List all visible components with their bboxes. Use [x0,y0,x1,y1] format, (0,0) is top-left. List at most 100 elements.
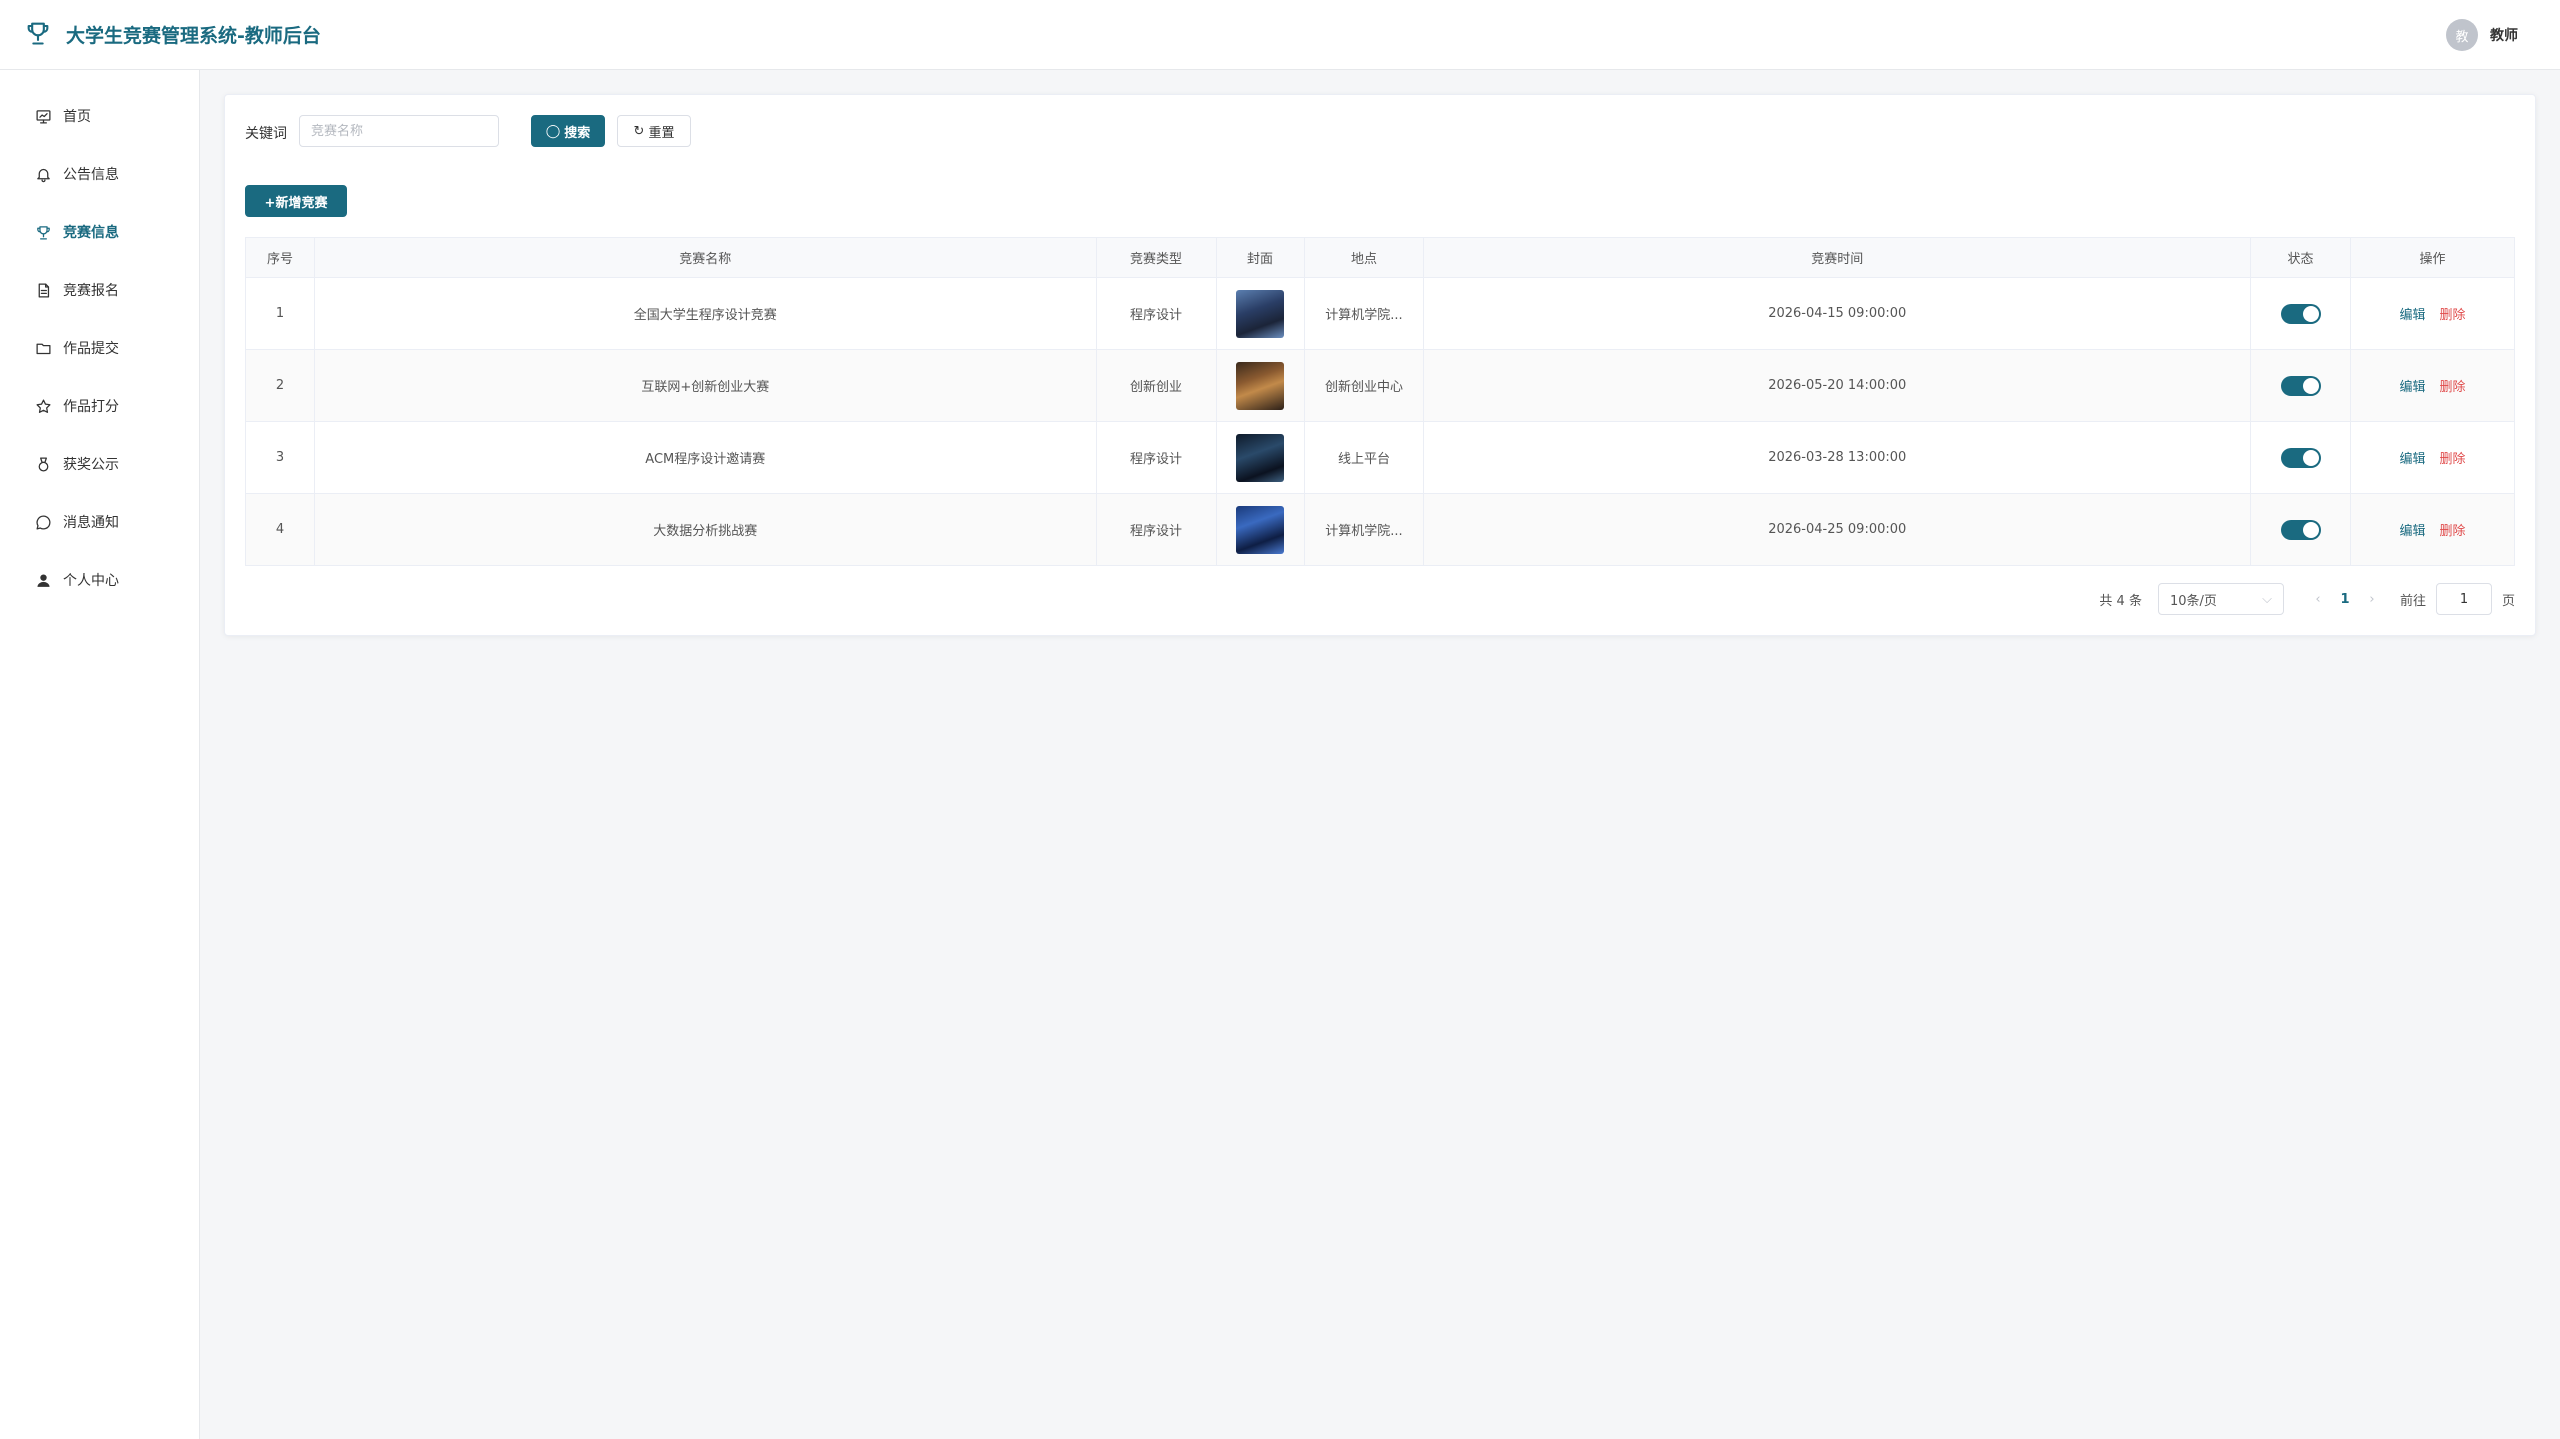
sidebar-item-label: 消息通知 [63,515,119,531]
home-icon [35,108,52,125]
sidebar-item-awards[interactable]: 获奖公示 [0,435,199,493]
competition-time: 2026-04-15 09:00:00 [1423,277,2252,350]
search-icon: ◯ [545,123,561,139]
goto-label: 前往 [2399,593,2426,609]
sidebar-item-label: 竞赛报名 [63,283,119,299]
sidebar-item-label: 个人中心 [63,573,119,589]
sidebar-item-announcements[interactable]: 公告信息 [0,145,199,203]
competition-name: 全国大学生程序设计竞赛 [313,277,1097,350]
status-toggle[interactable] [2280,303,2321,324]
column-header: 操作 [2350,237,2515,278]
column-header: 序号 [245,237,315,278]
sidebar-item-competitions[interactable]: 竞赛信息 [0,203,199,261]
page-size-select[interactable]: 10条/页 ⌵ [2157,583,2284,615]
column-header: 封面 [1215,237,1305,278]
competition-location: 创新创业中心 [1303,349,1425,422]
competition-card: 关键词 ◯ 搜索 ↻ 重置 +新增竞赛 序号 竞赛名称 竞赛类型 封面 地点 竞… [224,94,2536,636]
delete-link[interactable]: 删除 [2440,524,2466,539]
cover-image[interactable] [1236,361,1285,410]
competition-name: 互联网+创新创业大赛 [313,349,1097,422]
competition-location: 线上平台 [1303,421,1425,494]
keyword-label: 关键词 [245,126,287,142]
delete-link[interactable]: 删除 [2440,380,2466,395]
user-menu[interactable]: 教 教师 [2446,19,2518,51]
table-header-row: 序号 竞赛名称 竞赛类型 封面 地点 竞赛时间 状态 操作 [245,237,2515,278]
cover-image[interactable] [1236,289,1285,338]
edit-link[interactable]: 编辑 [2400,524,2426,539]
brand: 大学生竞赛管理系统-教师后台 [24,19,321,51]
sidebar-item-label: 公告信息 [63,167,119,183]
sidebar-item-registration[interactable]: 竞赛报名 [0,261,199,319]
table-row: 1 全国大学生程序设计竞赛 程序设计 计算机学院... 2026-04-15 0… [245,277,2515,350]
sidebar-item-submission[interactable]: 作品提交 [0,319,199,377]
search-button-label: 搜索 [564,125,591,141]
total-count: 共 4 条 [2099,593,2142,609]
next-page-icon[interactable]: › [2362,592,2382,607]
edit-link[interactable]: 编辑 [2400,308,2426,323]
competition-location: 计算机学院... [1303,277,1425,350]
sidebar-item-scoring[interactable]: 作品打分 [0,377,199,435]
competition-name: 大数据分析挑战赛 [313,493,1097,566]
top-header: 大学生竞赛管理系统-教师后台 教 教师 [0,0,2560,70]
column-header: 地点 [1303,237,1425,278]
column-header: 竞赛时间 [1423,237,2252,278]
goto-page-input[interactable] [2435,583,2492,615]
table-row: 3 ACM程序设计邀请赛 程序设计 线上平台 2026-03-28 13:00:… [245,421,2515,494]
sidebar: 首页 公告信息 竞赛信息 竞赛报名 作品提交 作品打分 获奖公示 消息通知 个人… [0,70,200,1439]
status-toggle[interactable] [2280,519,2321,540]
sidebar-item-label: 竞赛信息 [63,225,119,241]
current-page[interactable]: 1 [2328,592,2362,607]
cover-image[interactable] [1236,505,1285,554]
search-button[interactable]: ◯ 搜索 [531,115,605,147]
row-index: 4 [245,493,315,566]
edit-link[interactable]: 编辑 [2400,452,2426,467]
prev-page-icon[interactable]: ‹ [2308,592,2328,607]
reset-button-label: 重置 [648,125,675,141]
competition-table: 序号 竞赛名称 竞赛类型 封面 地点 竞赛时间 状态 操作 1 全国大学生程序设… [245,237,2515,566]
status-toggle[interactable] [2280,375,2321,396]
medal-icon [35,456,52,473]
competition-location: 计算机学院... [1303,493,1425,566]
search-input[interactable] [299,115,499,147]
username[interactable]: 教师 [2490,25,2518,45]
competition-type: 程序设计 [1095,421,1217,494]
table-row: 4 大数据分析挑战赛 程序设计 计算机学院... 2026-04-25 09:0… [245,493,2515,566]
competition-time: 2026-03-28 13:00:00 [1423,421,2252,494]
app-title: 大学生竞赛管理系统-教师后台 [66,25,321,47]
star-icon [35,398,52,415]
folder-icon [35,340,52,357]
competition-type: 创新创业 [1095,349,1217,422]
reset-button[interactable]: ↻ 重置 [617,115,691,147]
add-competition-label: +新增竞赛 [264,195,328,211]
add-competition-button[interactable]: +新增竞赛 [245,185,347,217]
sidebar-item-home[interactable]: 首页 [0,87,199,145]
status-toggle[interactable] [2280,447,2321,468]
goto-suffix: 页 [2501,593,2515,609]
chevron-down-icon: ⌵ [2262,591,2272,607]
sidebar-item-label: 首页 [63,109,91,125]
competition-name: ACM程序设计邀请赛 [313,421,1097,494]
competition-type: 程序设计 [1095,277,1217,350]
trophy-icon [24,19,52,51]
edit-link[interactable]: 编辑 [2400,380,2426,395]
sidebar-item-profile[interactable]: 个人中心 [0,551,199,609]
table-row: 2 互联网+创新创业大赛 创新创业 创新创业中心 2026-05-20 14:0… [245,349,2515,422]
sidebar-item-messages[interactable]: 消息通知 [0,493,199,551]
sidebar-item-label: 获奖公示 [63,457,119,473]
column-header: 状态 [2250,237,2352,278]
column-header: 竞赛类型 [1095,237,1217,278]
avatar[interactable]: 教 [2446,19,2478,51]
cover-image[interactable] [1236,433,1285,482]
competition-time: 2026-05-20 14:00:00 [1423,349,2252,422]
pagination: 共 4 条 10条/页 ⌵ ‹ 1 › 前往 页 [2099,583,2515,615]
delete-link[interactable]: 删除 [2440,308,2466,323]
row-index: 1 [245,277,315,350]
trophy-icon [35,224,52,241]
bell-icon [35,166,52,183]
row-index: 2 [245,349,315,422]
row-index: 3 [245,421,315,494]
delete-link[interactable]: 删除 [2440,452,2466,467]
column-header: 竞赛名称 [313,237,1097,278]
competition-type: 程序设计 [1095,493,1217,566]
page-size-value: 10条/页 [2169,593,2217,609]
